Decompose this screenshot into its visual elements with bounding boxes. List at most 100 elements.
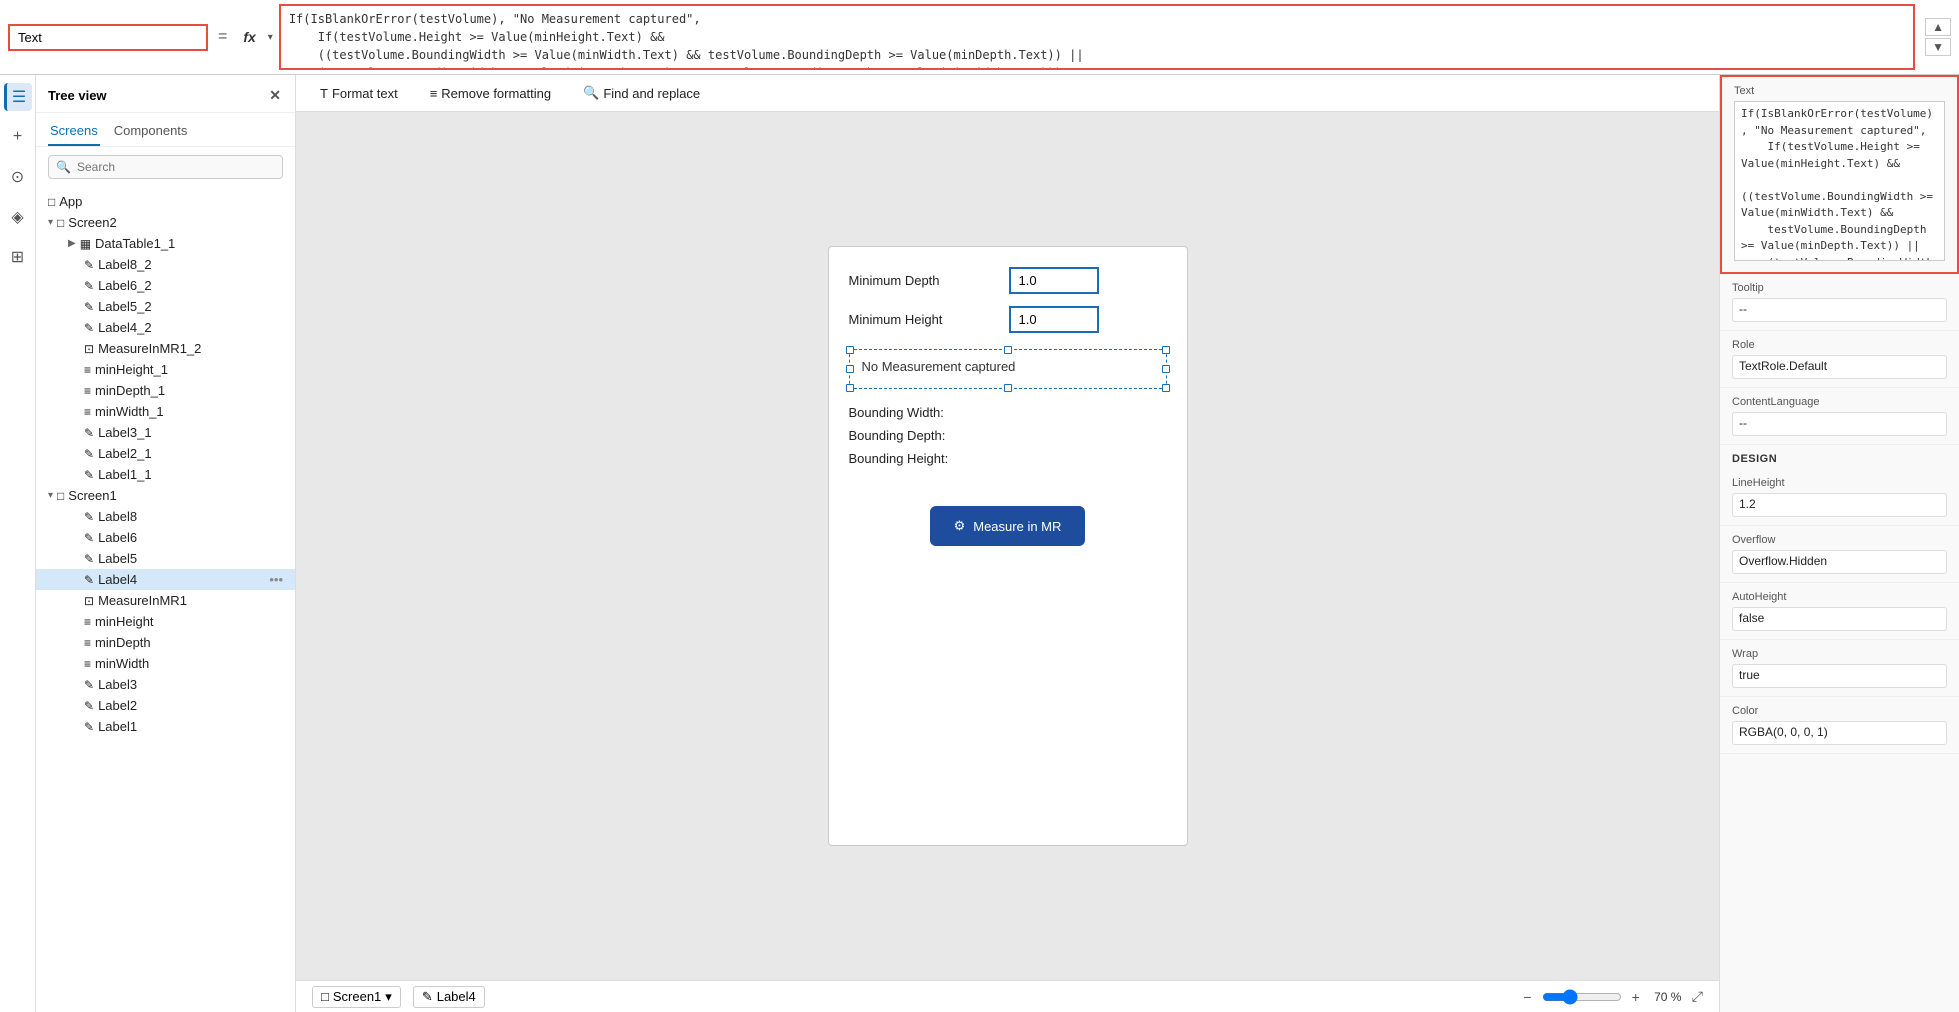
tree-item-datatable1_1[interactable]: ▶ ▦ DataTable1_1 bbox=[36, 233, 295, 254]
zoom-out-button[interactable]: − bbox=[1519, 987, 1535, 1007]
tree-item-label6[interactable]: ✎ Label6 bbox=[36, 527, 295, 548]
tree-item-label1[interactable]: ✎ Label1 bbox=[36, 716, 295, 737]
tree-item-label5[interactable]: ✎ Label5 bbox=[36, 548, 295, 569]
handle-mr[interactable] bbox=[1162, 365, 1170, 373]
tooltip-value[interactable]: -- bbox=[1732, 298, 1947, 322]
role-section: Role TextRole.Default bbox=[1720, 331, 1959, 388]
zoom-in-button[interactable]: + bbox=[1628, 987, 1644, 1007]
wrap-value[interactable]: true bbox=[1732, 664, 1947, 688]
mindepth_1-label: minDepth_1 bbox=[95, 383, 165, 398]
form-row-depth: Minimum Depth bbox=[849, 267, 1167, 294]
tree-item-mindepth_1[interactable]: ≡ minDepth_1 bbox=[36, 380, 295, 401]
find-and-replace-button[interactable]: 🔍 Find and replace bbox=[575, 81, 708, 105]
formula-input[interactable]: If(IsBlankOrError(testVolume), "No Measu… bbox=[279, 4, 1915, 70]
tree-item-app[interactable]: □ App bbox=[36, 191, 295, 212]
canvas-wrapper: T Format text ≡ Remove formatting 🔍 Find… bbox=[296, 75, 1719, 1012]
remove-formatting-button[interactable]: ≡ Remove formatting bbox=[422, 82, 559, 105]
tree-item-label5_2[interactable]: ✎ Label5_2 bbox=[36, 296, 295, 317]
label5-label: Label5 bbox=[98, 551, 137, 566]
tree-item-mindepth[interactable]: ≡ minDepth bbox=[36, 632, 295, 653]
tree-item-label3_1[interactable]: ✎ Label3_1 bbox=[36, 422, 295, 443]
find-replace-icon: 🔍 bbox=[583, 85, 599, 101]
fx-chevron-icon[interactable]: ▾ bbox=[268, 32, 273, 43]
tree-item-label8[interactable]: ✎ Label8 bbox=[36, 506, 295, 527]
tooltip-label: Tooltip bbox=[1732, 282, 1947, 294]
tooltip-section: Tooltip -- bbox=[1720, 274, 1959, 331]
bounding-row-depth: Bounding Depth: bbox=[849, 428, 1167, 443]
mindepth-label: minDepth bbox=[95, 635, 151, 650]
auto-height-section: AutoHeight false bbox=[1720, 583, 1959, 640]
name-box[interactable]: Text bbox=[8, 24, 208, 51]
canvas-area[interactable]: Minimum Depth Minimum Height bbox=[296, 112, 1719, 980]
tree-item-label2_1[interactable]: ✎ Label2_1 bbox=[36, 443, 295, 464]
tree-item-minheight[interactable]: ≡ minHeight bbox=[36, 611, 295, 632]
minwidth_1-label: minWidth_1 bbox=[95, 404, 164, 419]
tree-item-minheight_1[interactable]: ≡ minHeight_1 bbox=[36, 359, 295, 380]
text-property-section: Text If(IsBlankOrError(testVolume), "No … bbox=[1720, 75, 1959, 274]
expand-button[interactable]: ⤢ bbox=[1692, 988, 1703, 1005]
tab-screens[interactable]: Screens bbox=[48, 119, 100, 146]
tree-item-measureinmr1_2[interactable]: ⊡ MeasureInMR1_2 bbox=[36, 338, 295, 359]
search-icon: 🔍 bbox=[56, 160, 71, 174]
form-input-depth[interactable] bbox=[1009, 267, 1099, 294]
auto-height-value[interactable]: false bbox=[1732, 607, 1947, 631]
tree-item-minwidth[interactable]: ≡ minWidth bbox=[36, 653, 295, 674]
handle-tc[interactable] bbox=[1004, 346, 1012, 354]
screen-pill[interactable]: □ Screen1 ▾ bbox=[312, 986, 401, 1008]
label2_1-label: Label2_1 bbox=[98, 446, 152, 461]
data-icon[interactable]: ⊙ bbox=[4, 163, 32, 191]
bounding-row-height: Bounding Height: bbox=[849, 451, 1167, 466]
tree-item-minwidth_1[interactable]: ≡ minWidth_1 bbox=[36, 401, 295, 422]
tree-item-label6_2[interactable]: ✎ Label6_2 bbox=[36, 275, 295, 296]
tree-view-icon[interactable]: ☰ bbox=[4, 83, 32, 111]
label6-icon: ✎ bbox=[84, 531, 94, 545]
tree-item-label1_1[interactable]: ✎ Label1_1 bbox=[36, 464, 295, 485]
screen-pill-chevron: ▾ bbox=[385, 989, 392, 1005]
label1-icon: ✎ bbox=[84, 720, 94, 734]
content-language-section: ContentLanguage -- bbox=[1720, 388, 1959, 445]
handle-ml[interactable] bbox=[846, 365, 854, 373]
scroll-down-button[interactable]: ▼ bbox=[1925, 38, 1951, 56]
tree-item-label8_2[interactable]: ✎ Label8_2 bbox=[36, 254, 295, 275]
insert-icon[interactable]: + bbox=[4, 123, 32, 151]
label-text: No Measurement captured bbox=[862, 359, 1016, 374]
measure-button[interactable]: ⚙ Measure in MR bbox=[930, 506, 1086, 546]
text-prop-textarea[interactable]: If(IsBlankOrError(testVolume), "No Measu… bbox=[1734, 101, 1945, 261]
format-text-button[interactable]: T Format text bbox=[312, 82, 406, 105]
screen2-icon: □ bbox=[57, 216, 64, 230]
tree-item-screen2[interactable]: ▾ □ Screen2 bbox=[36, 212, 295, 233]
wrap-section: Wrap true bbox=[1720, 640, 1959, 697]
role-value[interactable]: TextRole.Default bbox=[1732, 355, 1947, 379]
measure-gear-icon: ⚙ bbox=[954, 518, 966, 534]
tree-item-label4_2[interactable]: ✎ Label4_2 bbox=[36, 317, 295, 338]
fx-button[interactable]: fx bbox=[237, 27, 261, 47]
text-prop-label: Text bbox=[1734, 85, 1945, 97]
overflow-value[interactable]: Overflow.Hidden bbox=[1732, 550, 1947, 574]
components-icon[interactable]: ⊞ bbox=[4, 243, 32, 271]
line-height-value[interactable]: 1.2 bbox=[1732, 493, 1947, 517]
tree-item-label4[interactable]: ✎ Label4 ••• bbox=[36, 569, 295, 590]
status-bar: □ Screen1 ▾ ✎ Label4 − + 70 % ⤢ bbox=[296, 980, 1719, 1012]
handle-tr[interactable] bbox=[1162, 346, 1170, 354]
variables-icon[interactable]: ◈ bbox=[4, 203, 32, 231]
form-input-height[interactable] bbox=[1009, 306, 1099, 333]
content-language-value[interactable]: -- bbox=[1732, 412, 1947, 436]
label3-icon: ✎ bbox=[84, 678, 94, 692]
handle-br[interactable] bbox=[1162, 384, 1170, 392]
tab-components[interactable]: Components bbox=[112, 119, 190, 146]
tree-item-label3[interactable]: ✎ Label3 bbox=[36, 674, 295, 695]
tree-item-screen1[interactable]: ▾ □ Screen1 bbox=[36, 485, 295, 506]
tree-panel-close[interactable]: ✕ bbox=[267, 85, 283, 106]
label-box[interactable]: No Measurement captured bbox=[849, 349, 1167, 389]
handle-tl[interactable] bbox=[846, 346, 854, 354]
handle-bl[interactable] bbox=[846, 384, 854, 392]
tree-item-label2[interactable]: ✎ Label2 bbox=[36, 695, 295, 716]
zoom-slider[interactable] bbox=[1542, 989, 1622, 1005]
label4-more-button[interactable]: ••• bbox=[269, 572, 283, 587]
color-value[interactable]: RGBA(0, 0, 0, 1) bbox=[1732, 721, 1947, 745]
scroll-up-button[interactable]: ▲ bbox=[1925, 18, 1951, 36]
tree-item-measureinmr1[interactable]: ⊡ MeasureInMR1 bbox=[36, 590, 295, 611]
search-input[interactable] bbox=[48, 155, 283, 179]
handle-bc[interactable] bbox=[1004, 384, 1012, 392]
label4-icon: ✎ bbox=[84, 573, 94, 587]
